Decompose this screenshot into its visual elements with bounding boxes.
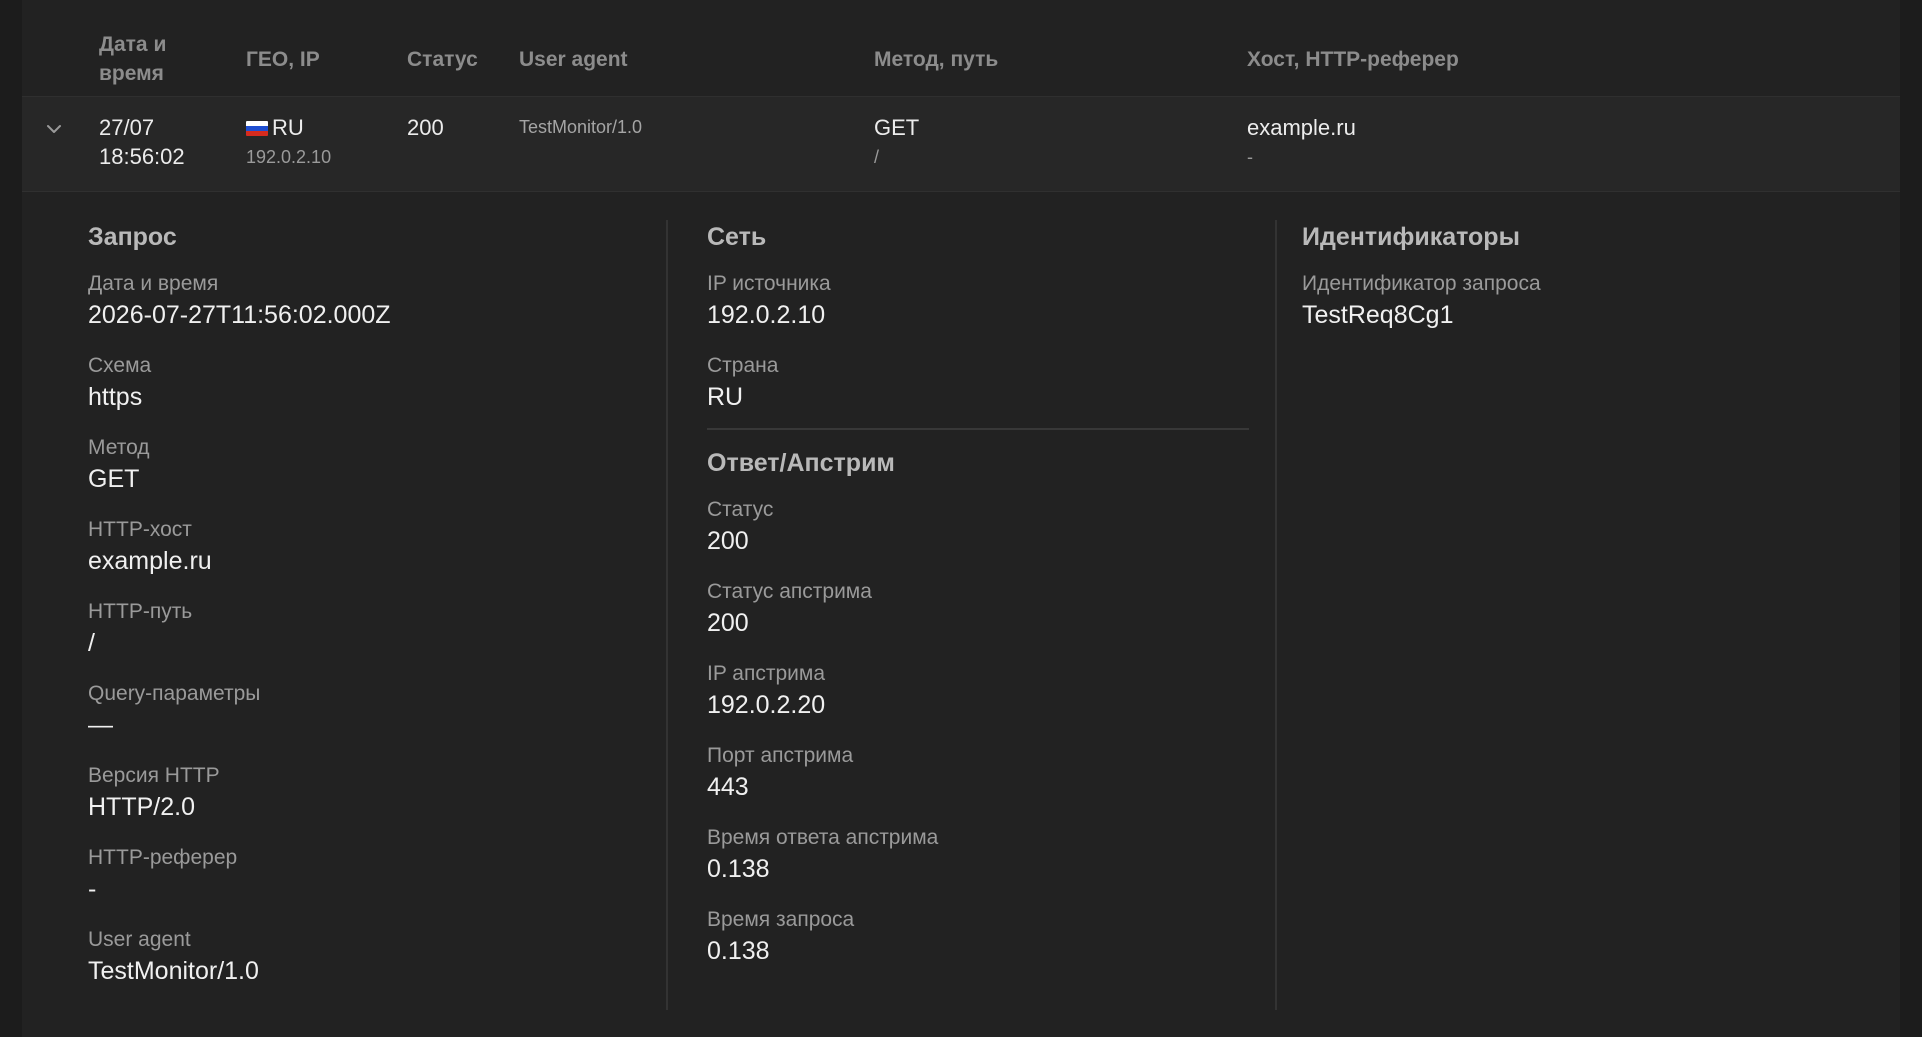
field-http-host: HTTP-хост example.ru [88, 518, 212, 575]
field-query-params: Query-параметры — [88, 682, 261, 739]
field-source-ip: IP источника 192.0.2.10 [707, 272, 831, 329]
field-http-path: HTTP-путь / [88, 600, 193, 657]
header-user-agent[interactable]: User agent [519, 45, 628, 74]
row-time: 18:56:02 [99, 144, 185, 169]
section-divider [707, 428, 1249, 430]
row-referer: - [1247, 147, 1253, 167]
header-geo-ip[interactable]: ГЕО, IP [246, 45, 320, 74]
row-path: / [874, 147, 880, 167]
table-header: Дата и время ГЕО, IP Статус User agent М… [22, 0, 1900, 97]
section-title-network: Сеть [707, 223, 767, 251]
row-date: 27/07 [99, 115, 155, 140]
section-title-request: Запрос [88, 223, 177, 251]
section-title-identifiers: Идентификаторы [1302, 223, 1520, 251]
section-title-upstream: Ответ/Апстрим [707, 449, 895, 477]
field-datetime: Дата и время 2026-07-27T11:56:02.000Z [88, 272, 391, 329]
field-user-agent: User agent TestMonitor/1.0 [88, 928, 259, 985]
field-country: Страна RU [707, 354, 779, 411]
column-divider [1275, 220, 1277, 1010]
field-method: Метод GET [88, 436, 150, 493]
field-upstream-status: Статус апстрима 200 [707, 580, 872, 637]
header-host-referer[interactable]: Хост, HTTP-реферер [1247, 45, 1459, 74]
field-status: Статус 200 [707, 498, 774, 555]
field-upstream-response-time: Время ответа апстрима 0.138 [707, 826, 939, 883]
field-request-time: Время запроса 0.138 [707, 908, 855, 965]
table-row[interactable]: 27/07 18:56:02 RU 192.0.2.10 200 TestMon… [22, 97, 1900, 192]
field-scheme: Схема https [88, 354, 152, 411]
details-identifiers: Идентификаторы Идентификатор запроса Tes… [1302, 220, 1862, 352]
header-status[interactable]: Статус [407, 45, 478, 74]
row-ip: 192.0.2.10 [246, 147, 332, 167]
field-upstream-ip: IP апстрима 192.0.2.20 [707, 662, 826, 719]
row-host: example.ru [1247, 115, 1356, 140]
row-country: RU [246, 113, 304, 143]
row-method: GET [874, 115, 920, 140]
field-request-id: Идентификатор запроса TestReq8Cg1 [1302, 272, 1541, 329]
row-user-agent: TestMonitor/1.0 [519, 117, 643, 137]
field-http-version: Версия HTTP HTTP/2.0 [88, 764, 220, 821]
details-network: Сеть IP источника 192.0.2.10 Страна RU О… [707, 220, 1267, 988]
chevron-down-icon[interactable] [44, 119, 64, 139]
request-log-panel: Дата и время ГЕО, IP Статус User agent М… [22, 0, 1900, 1037]
header-method-path[interactable]: Метод, путь [874, 45, 998, 74]
field-http-referer: HTTP-реферер - [88, 846, 238, 903]
header-datetime[interactable]: Дата и время [99, 30, 166, 88]
flag-ru-icon [246, 121, 268, 136]
details-request: Запрос Дата и время 2026-07-27T11:56:02.… [88, 220, 648, 1008]
field-upstream-port: Порт апстрима 443 [707, 744, 854, 801]
row-status: 200 [407, 115, 444, 140]
column-divider [666, 220, 668, 1010]
